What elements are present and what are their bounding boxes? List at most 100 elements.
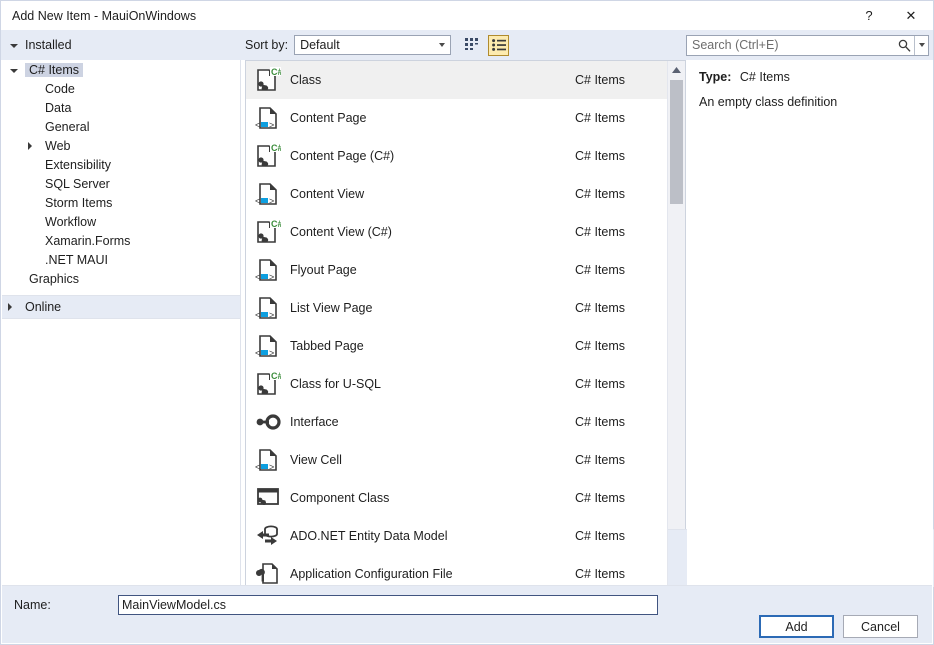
- search-dropdown-icon[interactable]: [914, 35, 928, 55]
- tree-node-extensibility[interactable]: Extensibility: [2, 155, 240, 174]
- tree-node-net-maui[interactable]: .NET MAUI: [2, 250, 240, 269]
- list-item[interactable]: C# Content Page (C#) C# Items: [246, 137, 667, 175]
- footer: Name: Add Cancel: [2, 585, 932, 643]
- close-icon[interactable]: ✕: [889, 1, 933, 30]
- list-item[interactable]: C# Content View (C#) C# Items: [246, 213, 667, 251]
- svg-text:>: >: [269, 310, 274, 320]
- search-icon[interactable]: [894, 36, 914, 55]
- tree-node-csharp-items[interactable]: C# Items: [2, 60, 240, 79]
- name-input-wrapper[interactable]: [118, 595, 658, 615]
- interface-icon: [246, 412, 290, 432]
- list-scrollbar[interactable]: [667, 61, 934, 587]
- list-item-category: C# Items: [575, 567, 626, 581]
- add-button[interactable]: Add: [759, 615, 834, 638]
- scrollbar-thumb[interactable]: [670, 80, 683, 204]
- name-row: Name:: [2, 594, 932, 616]
- toolbar: Installed Sort by: Default: [1, 30, 933, 60]
- tree-node-label: SQL Server: [45, 176, 110, 191]
- tree-node-label: Web: [45, 138, 71, 153]
- xaml-file-icon: < >: [246, 105, 290, 131]
- list-item-name: Content Page: [290, 111, 367, 125]
- svg-text:<: <: [255, 196, 260, 206]
- tree-node-label: Storm Items: [45, 195, 113, 210]
- tree-node-web[interactable]: Web: [2, 136, 240, 155]
- xaml-file-icon: < >: [246, 333, 290, 359]
- search-box[interactable]: [686, 34, 929, 56]
- chevron-down-icon[interactable]: [10, 67, 25, 73]
- csharp-class-icon: C#: [246, 67, 290, 93]
- tree-node-code[interactable]: Code: [2, 79, 240, 98]
- tree-node-sql-server[interactable]: SQL Server: [2, 174, 240, 193]
- list-item-name: ADO.NET Entity Data Model: [290, 529, 448, 543]
- tree-node-general[interactable]: General: [2, 117, 240, 136]
- list-item-category: C# Items: [575, 453, 626, 467]
- svg-text:C#: C#: [271, 143, 281, 153]
- component-class-icon: [246, 487, 290, 509]
- list-item-category: C# Items: [575, 339, 626, 353]
- list-item[interactable]: Component Class C# Items: [246, 479, 667, 517]
- list-item[interactable]: < > Content View C# Items: [246, 175, 667, 213]
- config-file-icon: [246, 561, 290, 587]
- tree-node-label: .NET MAUI: [45, 252, 108, 267]
- list-item-name: Class for U-SQL: [290, 377, 381, 391]
- svg-text:C#: C#: [271, 67, 281, 77]
- window-controls: ? ✕: [849, 1, 933, 30]
- xaml-file-icon: < >: [246, 295, 290, 321]
- list-item[interactable]: C# Class for U-SQL C# Items: [246, 365, 667, 403]
- list-item[interactable]: < > View Cell C# Items: [246, 441, 667, 479]
- installed-label: Installed: [25, 38, 72, 52]
- list-item-category: C# Items: [575, 111, 626, 125]
- list-item[interactable]: Interface C# Items: [246, 403, 667, 441]
- list-item-name: Class: [290, 73, 322, 87]
- search-area: [683, 34, 933, 56]
- list-item-category: C# Items: [575, 529, 626, 543]
- chevron-down-icon: [10, 44, 18, 48]
- cancel-button[interactable]: Cancel: [843, 615, 918, 638]
- name-input[interactable]: [119, 596, 657, 614]
- tree-node-workflow[interactable]: Workflow: [2, 212, 240, 231]
- item-template-list: C# Class C# Items <> Content Page C# Ite…: [245, 60, 934, 588]
- detail-type-label: Type:: [699, 70, 732, 84]
- svg-text:>: >: [269, 196, 274, 206]
- list-item[interactable]: ADO.NET Entity Data Model C# Items: [246, 517, 667, 555]
- list-item[interactable]: < > Tabbed Page C# Items: [246, 327, 667, 365]
- scroll-up-icon[interactable]: [668, 61, 685, 78]
- list-item-category: C# Items: [575, 149, 626, 163]
- list-item-category: C# Items: [575, 263, 626, 277]
- svg-text:>: >: [269, 272, 274, 282]
- medium-icons-view-button[interactable]: [462, 35, 483, 56]
- tree-node-label: Workflow: [45, 214, 97, 229]
- svg-text:<: <: [255, 120, 260, 130]
- list-view-button[interactable]: [488, 34, 510, 56]
- list-item[interactable]: < > Content Page C# Items: [246, 99, 667, 137]
- search-input[interactable]: [687, 35, 894, 55]
- list-item[interactable]: Application Configuration File C# Items: [246, 555, 667, 587]
- list-item[interactable]: C# Class C# Items: [246, 61, 667, 99]
- tree-children: Code Data General Web Extensibility SQL …: [2, 79, 240, 269]
- view-toggle-group: [462, 34, 510, 56]
- tree-node-label: Xamarin.Forms: [45, 233, 131, 248]
- sort-by-select[interactable]: Default: [294, 35, 452, 55]
- list-item-category: C# Items: [575, 73, 626, 87]
- tree-node-data[interactable]: Data: [2, 98, 240, 117]
- list-item-name: Tabbed Page: [290, 339, 364, 353]
- installed-header[interactable]: Installed: [1, 30, 240, 60]
- xaml-file-icon: < >: [246, 181, 290, 207]
- help-icon[interactable]: ?: [849, 1, 889, 30]
- tree-node-online[interactable]: Online: [2, 296, 240, 318]
- list-item-name: Flyout Page: [290, 263, 357, 277]
- sort-by-label: Sort by:: [245, 38, 289, 52]
- svg-text:>: >: [269, 348, 274, 358]
- csharp-class-icon: C#: [246, 219, 290, 245]
- xaml-file-icon: < >: [246, 447, 290, 473]
- xaml-file-icon: < >: [246, 257, 290, 283]
- chevron-right-icon[interactable]: [6, 303, 21, 311]
- tree-node-storm-items[interactable]: Storm Items: [2, 193, 240, 212]
- chevron-right-icon[interactable]: [26, 141, 41, 150]
- svg-text:<: <: [255, 348, 260, 358]
- list-item[interactable]: < > Flyout Page C# Items: [246, 251, 667, 289]
- tree-node-graphics[interactable]: Graphics: [2, 269, 240, 288]
- tree-node-xamarin-forms[interactable]: Xamarin.Forms: [2, 231, 240, 250]
- list-item-name: Content Page (C#): [290, 149, 395, 163]
- list-item[interactable]: < > List View Page C# Items: [246, 289, 667, 327]
